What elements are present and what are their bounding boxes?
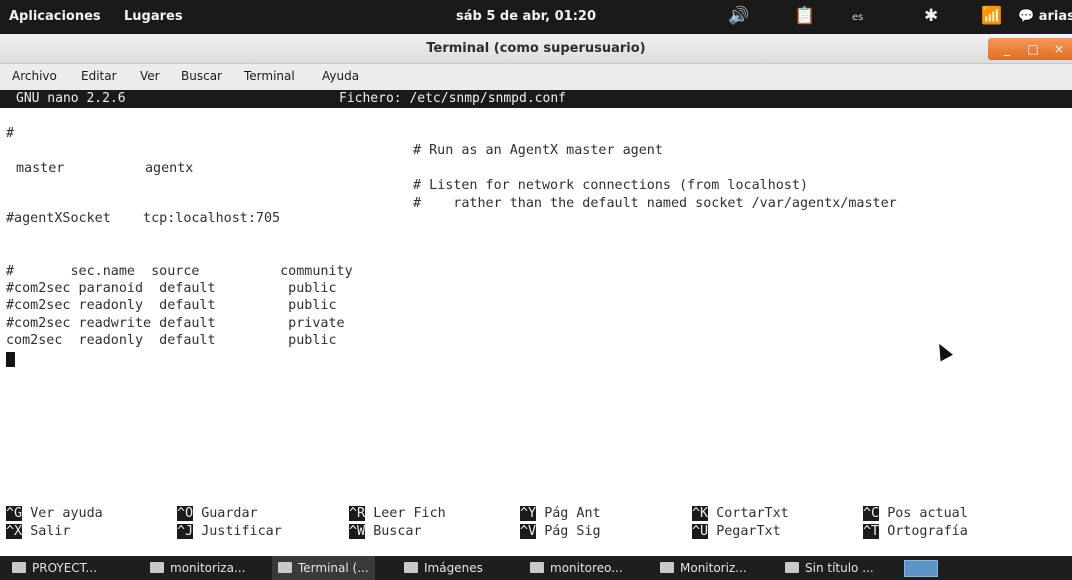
taskbar-item-active[interactable]: Terminal (...	[272, 556, 375, 580]
folder-icon	[404, 562, 418, 573]
menu-editar[interactable]: Editar	[81, 69, 117, 83]
shortcut-cut[interactable]: ^K CortarTxt	[692, 505, 789, 523]
volume-icon[interactable]: 🔊	[728, 6, 749, 26]
menu-bar: Archivo Editar Ver Buscar Terminal Ayuda	[0, 64, 1072, 90]
shortcut-read-file[interactable]: ^R Leer Fich	[349, 505, 446, 523]
clipboard-icon[interactable]: 📋	[794, 6, 815, 26]
maximize-button[interactable]: □	[1020, 40, 1046, 58]
terminal-icon	[278, 562, 292, 573]
config-line: # rather than the default named socket /…	[413, 196, 897, 211]
taskbar-item[interactable]: Imágenes	[404, 556, 483, 580]
taskbar-item[interactable]: monitoriza...	[150, 556, 245, 580]
bluetooth-icon[interactable]: ✱	[924, 6, 938, 26]
window-titlebar[interactable]: Terminal (como superusuario) _ □ ×	[0, 34, 1072, 64]
network-icon[interactable]: 📶	[981, 6, 1002, 26]
shortcut-exit[interactable]: ^X Salir	[6, 523, 71, 541]
menu-archivo[interactable]: Archivo	[12, 69, 57, 83]
config-line: # Listen for network connections (from l…	[413, 178, 809, 193]
nano-version: GNU nano 2.2.6	[16, 91, 126, 106]
shortcut-cur-pos[interactable]: ^C Pos actual	[863, 505, 968, 523]
taskbar-item[interactable]: PROYECT...	[12, 556, 97, 580]
config-line: #	[6, 126, 15, 141]
shortcut-paste[interactable]: ^U PegarTxt	[692, 523, 781, 541]
user-menu[interactable]: 💬 arias	[1018, 9, 1072, 24]
clock[interactable]: sáb 5 de abr, 01:20	[456, 9, 596, 24]
text-file-icon	[785, 562, 799, 573]
nano-filename: Fichero: /etc/snmp/snmpd.conf	[339, 91, 566, 106]
close-button[interactable]: ×	[1046, 40, 1072, 58]
mail-icon	[530, 562, 544, 573]
menu-terminal[interactable]: Terminal	[244, 69, 295, 83]
taskbar-item[interactable]: Monitoriz...	[660, 556, 747, 580]
chat-icon: 💬	[1018, 9, 1035, 24]
config-line: master agentx	[16, 161, 194, 176]
config-line: com2sec readonly default public	[6, 333, 337, 348]
taskbar-item[interactable]: Sin título ...	[785, 556, 874, 580]
shortcut-prev-page[interactable]: ^Y Pág Ant	[520, 505, 601, 523]
workspace-switcher[interactable]	[904, 560, 938, 577]
browser-icon	[660, 562, 674, 573]
window-controls: _ □ ×	[988, 38, 1072, 60]
mouse-pointer-icon	[933, 340, 953, 362]
shortcut-next-page[interactable]: ^V Pág Sig	[520, 523, 601, 541]
minimize-button[interactable]: _	[994, 40, 1020, 58]
text-cursor	[6, 352, 15, 367]
places-menu[interactable]: Lugares	[124, 9, 183, 24]
shortcut-justify[interactable]: ^J Justificar	[177, 523, 282, 541]
user-name: arias	[1038, 9, 1072, 24]
taskbar-item[interactable]: monitoreo...	[530, 556, 623, 580]
folder-icon	[12, 562, 26, 573]
shortcut-help[interactable]: ^G Ver ayuda	[6, 505, 103, 523]
top-panel: Aplicaciones Lugares sáb 5 de abr, 01:20…	[0, 0, 1072, 34]
terminal-area[interactable]: GNU nano 2.2.6 Fichero: /etc/snmp/snmpd.…	[0, 90, 1072, 556]
keyboard-layout[interactable]: es	[852, 12, 863, 23]
config-line: #com2sec readonly default public	[6, 298, 337, 313]
shortcut-spell[interactable]: ^T Ortografía	[863, 523, 968, 541]
menu-ayuda[interactable]: Ayuda	[322, 69, 359, 83]
shortcut-search[interactable]: ^W Buscar	[349, 523, 422, 541]
nano-header: GNU nano 2.2.6 Fichero: /etc/snmp/snmpd.…	[0, 90, 1072, 108]
config-line: # Run as an AgentX master agent	[413, 143, 663, 158]
taskbar: PROYECT... monitoriza... Terminal (... I…	[0, 556, 1072, 580]
applications-menu[interactable]: Aplicaciones	[9, 9, 101, 24]
menu-ver[interactable]: Ver	[140, 69, 160, 83]
config-line: # sec.name source community	[6, 264, 353, 279]
shortcut-save[interactable]: ^O Guardar	[177, 505, 258, 523]
config-line: #agentXSocket tcp:localhost:705	[6, 211, 281, 226]
document-icon	[150, 562, 164, 573]
config-line: #com2sec readwrite default private	[6, 316, 345, 331]
window-title: Terminal (como superusuario)	[426, 41, 646, 56]
menu-buscar[interactable]: Buscar	[181, 69, 222, 83]
config-line: #com2sec paranoid default public	[6, 281, 337, 296]
